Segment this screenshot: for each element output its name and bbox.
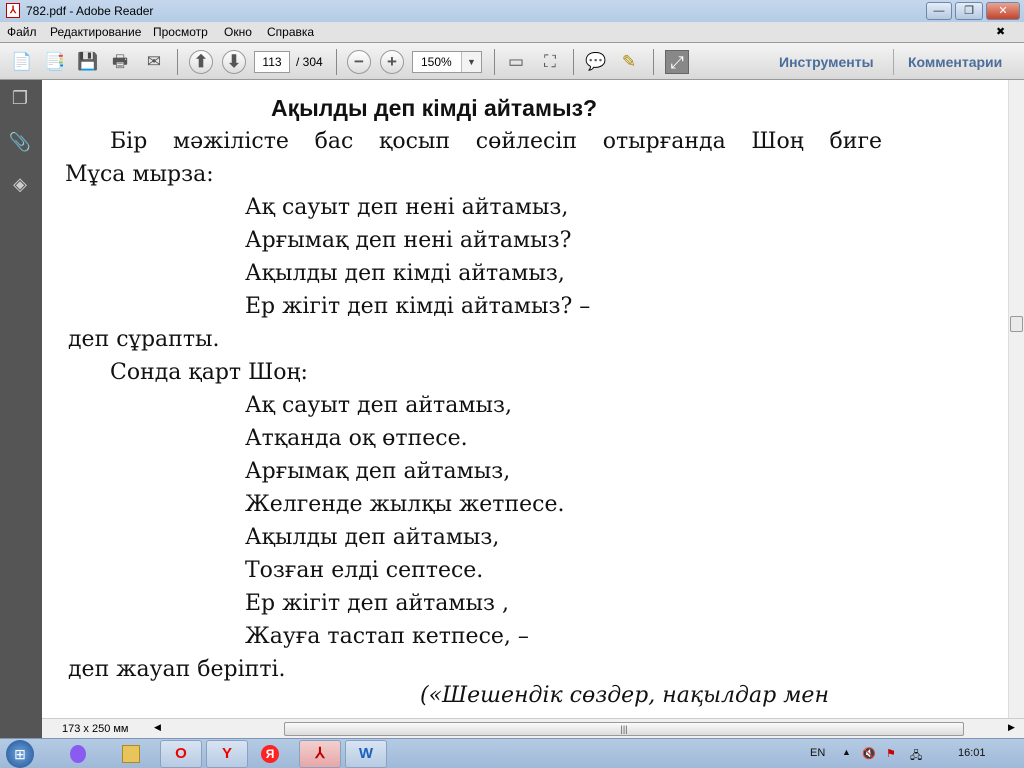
menu-edit[interactable]: Редактирование xyxy=(50,25,141,39)
full-screen-icon[interactable]: ⤢ xyxy=(665,50,689,74)
action-center-icon[interactable]: ⚑ xyxy=(886,747,896,760)
comments-button[interactable]: Комментарии xyxy=(908,54,1002,70)
comment-icon[interactable]: 💬 xyxy=(584,50,608,74)
menu-view[interactable]: Просмотр xyxy=(153,25,208,39)
print-icon[interactable]: 🖶 xyxy=(108,50,132,74)
text-line: Сонда қарт Шоң: xyxy=(110,360,308,385)
open-icon[interactable]: 📄 xyxy=(10,50,34,74)
explorer-icon[interactable] xyxy=(122,745,140,763)
document-heading: Ақылды деп кімді айтамыз? xyxy=(271,95,598,121)
scroll-right-arrow[interactable]: ▶ xyxy=(1008,722,1015,733)
yandex-browser-icon[interactable]: Y xyxy=(206,740,248,768)
page-total: / 304 xyxy=(296,55,323,69)
email-icon[interactable]: ✉ xyxy=(142,50,166,74)
status-bar: 173 x 250 мм ◀ ||| ▶ xyxy=(42,718,1024,738)
menu-file[interactable]: Файл xyxy=(7,25,37,39)
menu-help[interactable]: Справка xyxy=(267,25,314,39)
navigation-pane: ❐ 📎 ◈ xyxy=(0,80,42,738)
zoom-in-button[interactable]: + xyxy=(380,50,404,74)
volume-muted-icon[interactable]: 🔇 xyxy=(862,747,876,760)
text-line: Ақ сауыт деп нені айтамыз, xyxy=(245,195,569,220)
minimize-button[interactable]: — xyxy=(926,2,952,20)
menu-bar: Файл Редактирование Просмотр Окно Справк… xyxy=(0,22,1024,42)
close-document-icon[interactable]: ✖ xyxy=(996,25,1005,38)
text-line: Тозған елді септесе. xyxy=(245,558,484,583)
highlight-text-icon[interactable]: ✎ xyxy=(617,50,641,74)
alice-icon[interactable] xyxy=(70,745,86,763)
horizontal-scroll-thumb[interactable]: ||| xyxy=(284,722,964,736)
text-line: Мұса мырза: xyxy=(65,162,214,187)
yandex-icon[interactable]: Я xyxy=(261,745,279,763)
menu-window[interactable]: Окно xyxy=(224,25,252,39)
fit-page-icon[interactable]: ⛶ xyxy=(538,50,562,74)
restore-button[interactable]: ❐ xyxy=(955,2,983,20)
vertical-scrollbar[interactable] xyxy=(1008,80,1024,718)
show-hidden-icons[interactable]: ▲ xyxy=(842,747,851,757)
zoom-value: 150% xyxy=(421,55,452,69)
title-bar: ⅄ 782.pdf - Adobe Reader — ❐ ✕ xyxy=(0,0,1024,22)
text-line: Ер жігіт деп айтамыз , xyxy=(245,591,510,616)
tools-button[interactable]: Инструменты xyxy=(779,54,874,70)
adobe-reader-icon: ⅄ xyxy=(6,3,20,18)
layers-icon[interactable]: ◈ xyxy=(8,174,32,198)
text-line: Арғымақ деп айтамыз, xyxy=(245,459,511,484)
text-line: Ақ сауыт деп айтамыз, xyxy=(245,393,512,418)
close-button[interactable]: ✕ xyxy=(986,2,1020,20)
chevron-down-icon[interactable]: ▼ xyxy=(461,52,481,72)
document-page: Ақылды деп кімді айтамыз? Бір мәжілісте … xyxy=(42,80,1008,718)
zoom-out-button[interactable]: − xyxy=(347,50,371,74)
previous-page-button[interactable]: ⬆ xyxy=(189,50,213,74)
text-line: деп сұрапты. xyxy=(68,327,220,352)
network-icon[interactable]: 🖧 xyxy=(910,747,922,766)
text-line: Бір мәжілісте бас қосып сөйлесіп отырған… xyxy=(110,129,882,154)
text-line: Ер жігіт деп кімді айтамыз? – xyxy=(245,294,591,319)
adobe-reader-task-icon[interactable]: ⅄ xyxy=(299,740,341,768)
text-line: Атқанда оқ өтпесе. xyxy=(245,426,468,451)
clock[interactable]: 16:01 xyxy=(958,747,986,759)
text-line: Ақылды деп айтамыз, xyxy=(245,525,500,550)
start-button[interactable]: ⊞ xyxy=(6,740,34,768)
citation-line: («Шешендік сөздер, нақылдар мен xyxy=(420,683,829,708)
window-title: 782.pdf - Adobe Reader xyxy=(26,4,154,18)
word-icon[interactable]: W xyxy=(345,740,387,768)
save-icon[interactable]: 💾 xyxy=(76,50,100,74)
fit-width-icon[interactable]: ▭ xyxy=(504,50,528,74)
taskbar: ⊞ O Y Я ⅄ W EN ▲ 🔇 ⚑ 🖧 16:01 xyxy=(0,738,1024,768)
scroll-left-arrow[interactable]: ◀ xyxy=(154,722,161,733)
next-page-button[interactable]: ⬇ xyxy=(222,50,246,74)
language-indicator[interactable]: EN xyxy=(810,747,825,759)
text-line: Желгенде жылқы жетпесе. xyxy=(245,492,565,517)
zoom-level-select[interactable]: 150% ▼ xyxy=(412,51,482,73)
create-pdf-icon[interactable]: 📑 xyxy=(43,50,67,74)
opera-icon[interactable]: O xyxy=(160,740,202,768)
text-line: деп жауап беріпті. xyxy=(68,657,286,682)
page-number-input[interactable]: 113 xyxy=(254,51,290,73)
toolbar: 📄 📑 💾 🖶 ✉ ⬆ ⬇ 113 / 304 − + 150% ▼ ▭ ⛶ 💬 … xyxy=(0,42,1024,80)
attachments-icon[interactable]: 📎 xyxy=(8,132,32,156)
text-line: Арғымақ деп нені айтамыз? xyxy=(245,228,572,253)
page-size: 173 x 250 мм xyxy=(62,723,129,735)
pages-icon[interactable]: ❐ xyxy=(8,88,32,112)
text-line: Ақылды деп кімді айтамыз, xyxy=(245,261,565,286)
text-line: Жауға тастап кетпесе, – xyxy=(245,624,529,649)
vertical-scroll-thumb[interactable] xyxy=(1010,316,1023,332)
